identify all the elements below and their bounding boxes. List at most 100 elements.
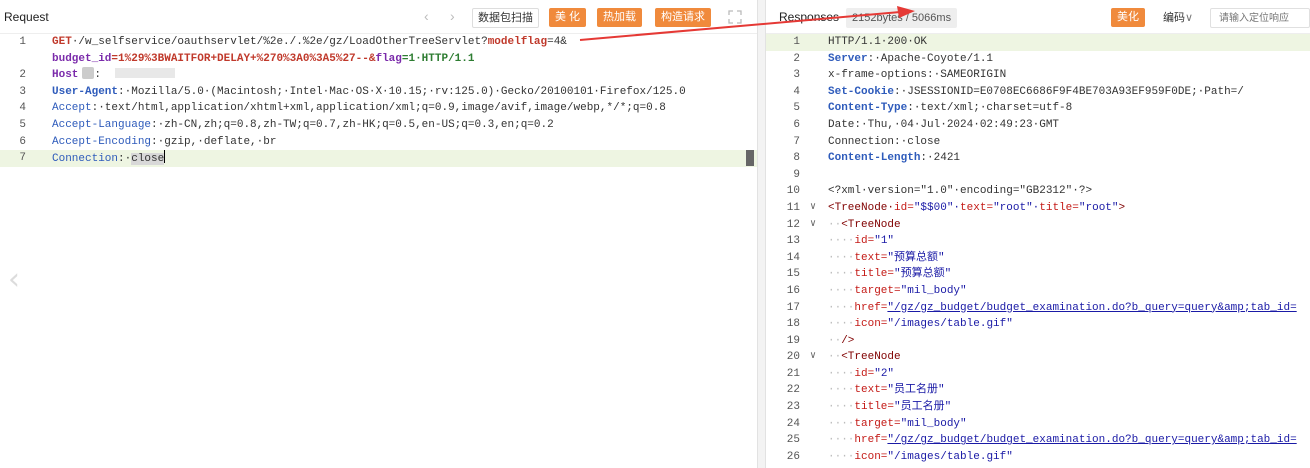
code-line: 17 ····href="/gz/gz_budget/budget_examina…: [766, 300, 1310, 317]
chevron-left-icon[interactable]: ‹: [8, 262, 20, 297]
line-text: ····text="员工名册": [828, 382, 945, 399]
code-token: ····: [828, 268, 855, 281]
code-line: 4 Set-Cookie:·JSESSIONID=E0708EC6686F9F4B…: [766, 84, 1310, 101]
code-token: ··: [828, 334, 842, 347]
code-token: />: [841, 334, 855, 347]
code-token: text=: [854, 251, 888, 264]
code-token: :·text/xml;·charset=utf-8: [907, 102, 1073, 115]
code-token: id=: [854, 367, 875, 380]
code-token: Set-Cookie: [828, 85, 895, 98]
code-token: <TreeNode: [841, 351, 901, 364]
beautify-button[interactable]: 美 化: [549, 8, 587, 27]
line-number: 18: [786, 318, 800, 331]
locate-response-input[interactable]: [1210, 8, 1310, 28]
code-token: title=: [854, 401, 895, 414]
code-token: "root": [1078, 201, 1119, 214]
code-line: 2 Host:: [0, 67, 757, 84]
line-text: ····icon="/images/table.gif": [828, 316, 1013, 333]
construct-request-button[interactable]: 构造请求: [655, 8, 711, 27]
code-token: :·text/html,application/xhtml+xml,applic…: [91, 102, 666, 115]
code-token: "预算总额": [887, 251, 945, 264]
code-line: 5 Accept-Language:·zh-CN,zh;q=0.8,zh-TW;q…: [0, 117, 757, 134]
line-number: 23: [786, 401, 800, 414]
line-number: 6: [793, 118, 800, 131]
line-number: 21: [786, 367, 800, 380]
pane-divider[interactable]: [757, 0, 766, 468]
line-text: x-frame-options:·SAMEORIGIN: [828, 67, 1006, 84]
response-toolbar: Responses 2152bytes / 5066ms 美化 编码∨: [766, 0, 1310, 34]
code-token: ····: [828, 450, 855, 463]
code-line: 13 ····id="1": [766, 233, 1310, 250]
scroll-marker[interactable]: [746, 150, 754, 166]
code-token: title=: [854, 268, 895, 281]
request-title: Request: [4, 10, 49, 24]
code-token: User-Agent: [52, 85, 119, 98]
line-number: 16: [786, 284, 800, 297]
code-token: =1%29%3BWAITFOR+DELAY+%270%3A0%3A5%27--&: [111, 52, 376, 65]
chevron-down-icon: ∨: [1185, 12, 1194, 24]
line-text: ····title="预算总额": [828, 266, 951, 283]
encoding-select[interactable]: 编码∨: [1163, 8, 1193, 28]
code-token: <TreeNode: [841, 218, 901, 231]
code-token: =4&: [547, 36, 567, 48]
code-token: icon=: [854, 450, 888, 463]
code-token: href=: [854, 434, 888, 447]
code-token: "员工名册": [894, 401, 952, 414]
line-number: 10: [786, 185, 800, 198]
request-editor[interactable]: 1 GET·/w_selfservice/oauthservlet/%2e./.%…: [0, 34, 757, 468]
line-number: 7: [793, 135, 800, 148]
code-token: >: [1118, 201, 1126, 214]
code-token: "1": [874, 235, 895, 248]
line-text: Accept-Encoding:·gzip,·deflate,·br: [52, 134, 276, 151]
host-redacted-icon: [82, 67, 95, 80]
line-text: ····icon="/images/table.gif": [828, 449, 1013, 466]
code-token: ····: [828, 434, 855, 447]
code-token: "2": [874, 367, 895, 380]
code-token: ····: [828, 251, 855, 264]
response-viewer[interactable]: 1 HTTP/1.1·200·OK 2 Server:·Apache-Coyote/1…: [766, 34, 1310, 468]
code-token: Date:·Thu,·04·Jul·2024·02:49:23·GMT: [828, 118, 1060, 131]
line-number: 4: [19, 102, 26, 115]
fold-toggle-icon[interactable]: ∨: [810, 349, 816, 366]
code-line: 6 Accept-Encoding:·gzip,·deflate,·br: [0, 134, 757, 151]
line-text: ··<TreeNode: [828, 349, 901, 366]
code-line: 1 HTTP/1.1·200·OK: [766, 34, 1310, 51]
hotload-button[interactable]: 热加载: [597, 8, 642, 27]
code-line: 26 ····icon="/images/table.gif": [766, 449, 1310, 466]
code-token: =1·HTTP/1.1: [401, 52, 475, 65]
code-token: "mil_body": [900, 284, 967, 297]
line-text: ····text="预算总额": [828, 250, 945, 267]
code-token: Content-Length: [828, 152, 921, 165]
code-token: x-frame-options:·SAMEORIGIN: [828, 69, 1007, 82]
prev-arrow-icon[interactable]: ‹: [424, 8, 429, 24]
line-number: 12: [786, 218, 800, 231]
code-line: 12 ∨ ··<TreeNode: [766, 217, 1310, 234]
response-beautify-button[interactable]: 美化: [1111, 8, 1145, 27]
code-token: "员工名册": [887, 384, 945, 397]
code-line: 8 Content-Length:·2421: [766, 150, 1310, 167]
line-number: 11: [786, 201, 800, 214]
line-text: ····id="1": [828, 233, 894, 250]
code-token: "/gz/gz_budget/budget_examination.do?b_q…: [887, 434, 1297, 447]
code-token: target=: [854, 417, 901, 430]
code-line: 10 <?xml·version="1.0"·encoding="GB2312"·…: [766, 183, 1310, 200]
line-number: 2: [793, 52, 800, 65]
line-number: 2: [19, 69, 26, 82]
response-title: Responses: [779, 10, 840, 24]
code-token: :·2421: [920, 152, 961, 165]
line-text: ····id="2": [828, 366, 894, 383]
code-token: text=: [960, 201, 994, 214]
code-token: Connection: [52, 153, 119, 166]
code-line: 5 Content-Type:·text/xml;·charset=utf-8: [766, 100, 1310, 117]
fold-toggle-icon[interactable]: ∨: [810, 217, 816, 234]
code-line: 20 ∨ ··<TreeNode: [766, 349, 1310, 366]
code-token: ····: [828, 401, 855, 414]
code-token: Content-Type: [828, 102, 908, 115]
line-text: <?xml·version="1.0"·encoding="GB2312"·?>: [828, 183, 1092, 200]
next-arrow-icon[interactable]: ›: [450, 8, 455, 24]
code-token: HTTP/1.1·200·OK: [828, 36, 928, 48]
packet-scan-button[interactable]: 数据包扫描: [472, 8, 539, 28]
fold-toggle-icon[interactable]: ∨: [810, 200, 816, 217]
expand-icon[interactable]: [727, 9, 743, 25]
code-line: 11 ∨ <TreeNode·id="$$00"·text="root"·title…: [766, 200, 1310, 217]
